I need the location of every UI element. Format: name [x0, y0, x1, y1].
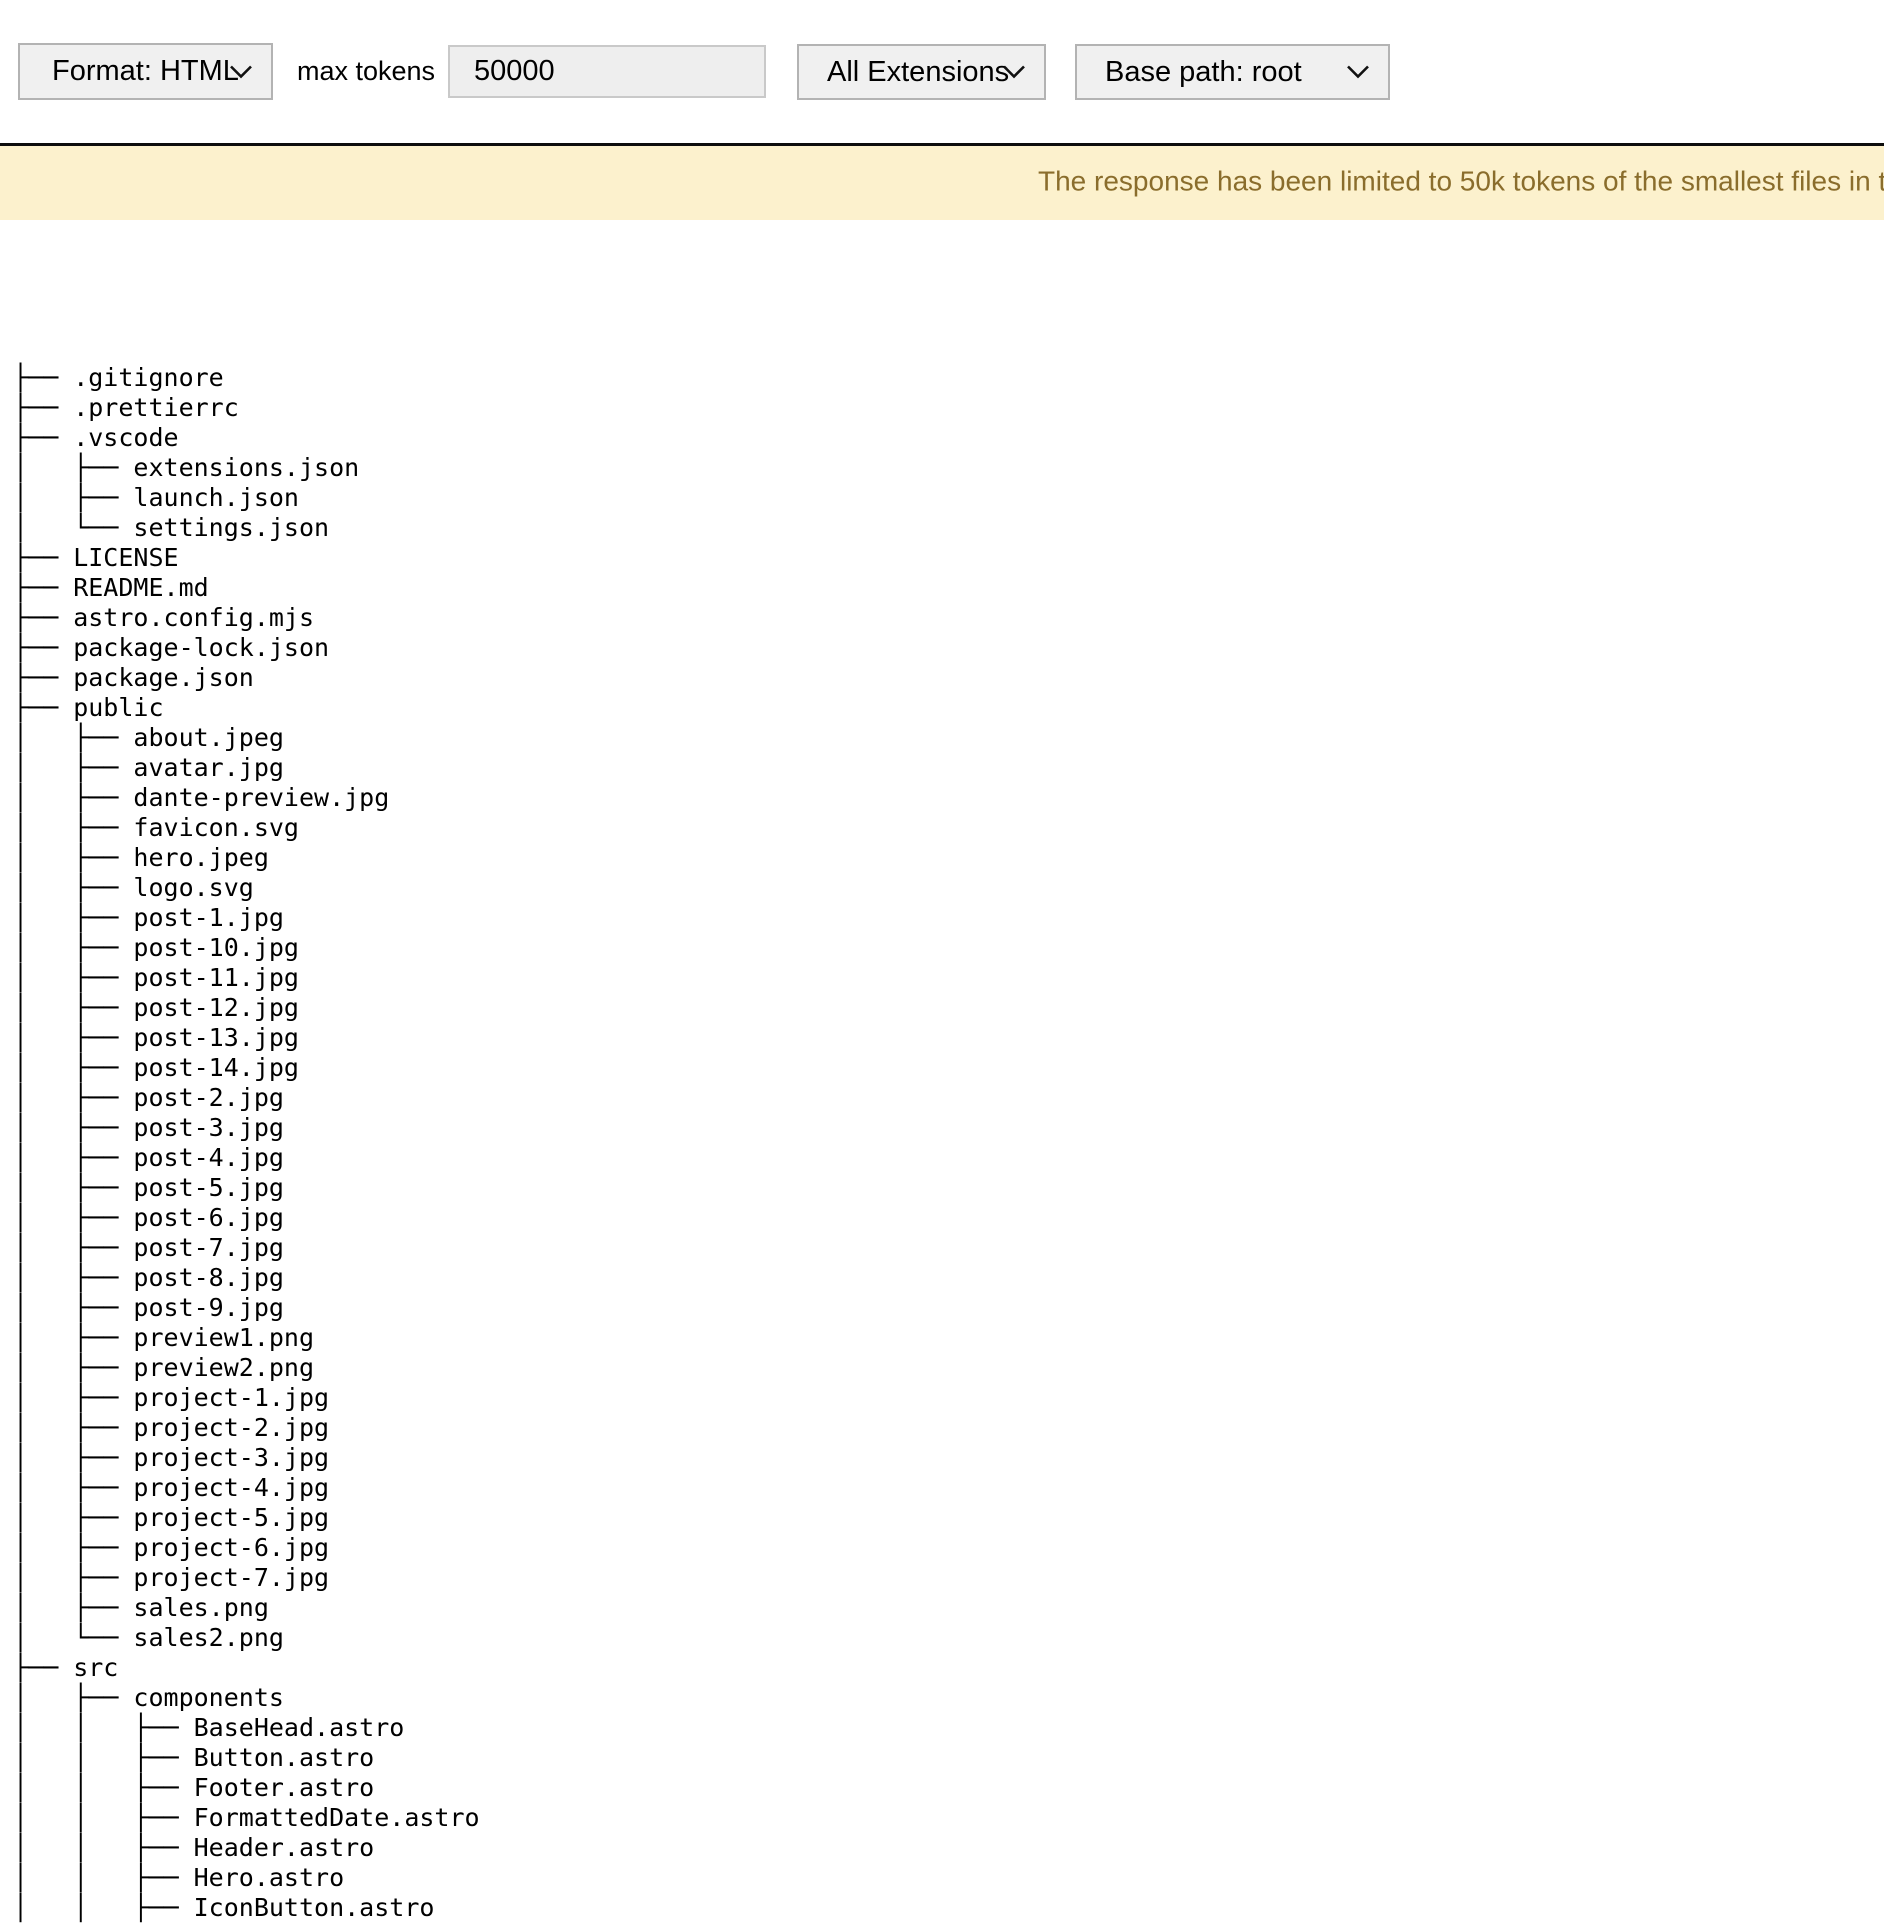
chevron-down-icon: [1002, 65, 1026, 80]
warning-banner: The response has been limited to 50k tok…: [0, 143, 1884, 220]
max-tokens-label: max tokens: [297, 43, 435, 100]
base-path-select-label: Base path: root: [1077, 56, 1302, 89]
file-tree: ├── .gitignore ├── .prettierrc ├── .vsco…: [13, 363, 480, 1923]
extensions-select-label: All Extensions: [799, 56, 1009, 89]
extensions-select[interactable]: All Extensions: [797, 44, 1046, 100]
format-select[interactable]: Format: HTML: [18, 43, 273, 100]
chevron-down-icon: [229, 64, 253, 79]
toolbar: Format: HTML max tokens All Extensions B…: [0, 0, 1884, 143]
max-tokens-input[interactable]: [448, 45, 766, 98]
chevron-down-icon: [1346, 65, 1370, 80]
base-path-select[interactable]: Base path: root: [1075, 44, 1390, 100]
warning-banner-text: The response has been limited to 50k tok…: [1038, 166, 1884, 198]
format-select-label: Format: HTML: [20, 55, 239, 88]
